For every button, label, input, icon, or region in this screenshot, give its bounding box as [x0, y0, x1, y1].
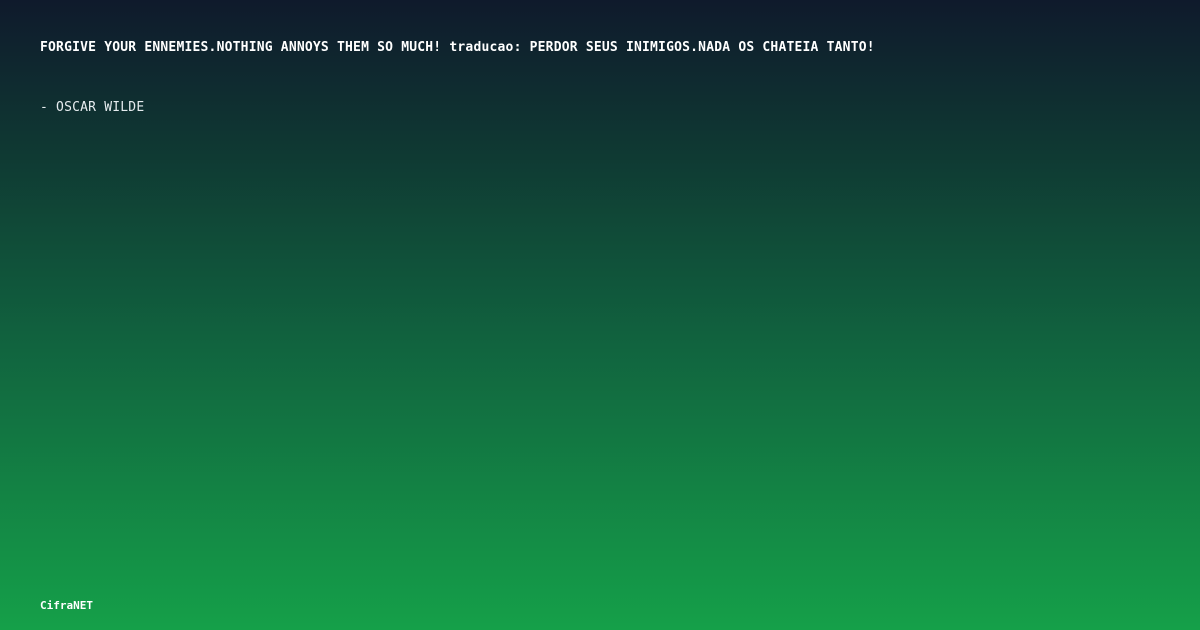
brand-logo-text: CifraNET — [40, 599, 93, 612]
quote-author: - OSCAR WILDE — [40, 100, 145, 115]
quote-text: FORGIVE YOUR ENNEMIES.NOTHING ANNOYS THE… — [40, 40, 875, 55]
